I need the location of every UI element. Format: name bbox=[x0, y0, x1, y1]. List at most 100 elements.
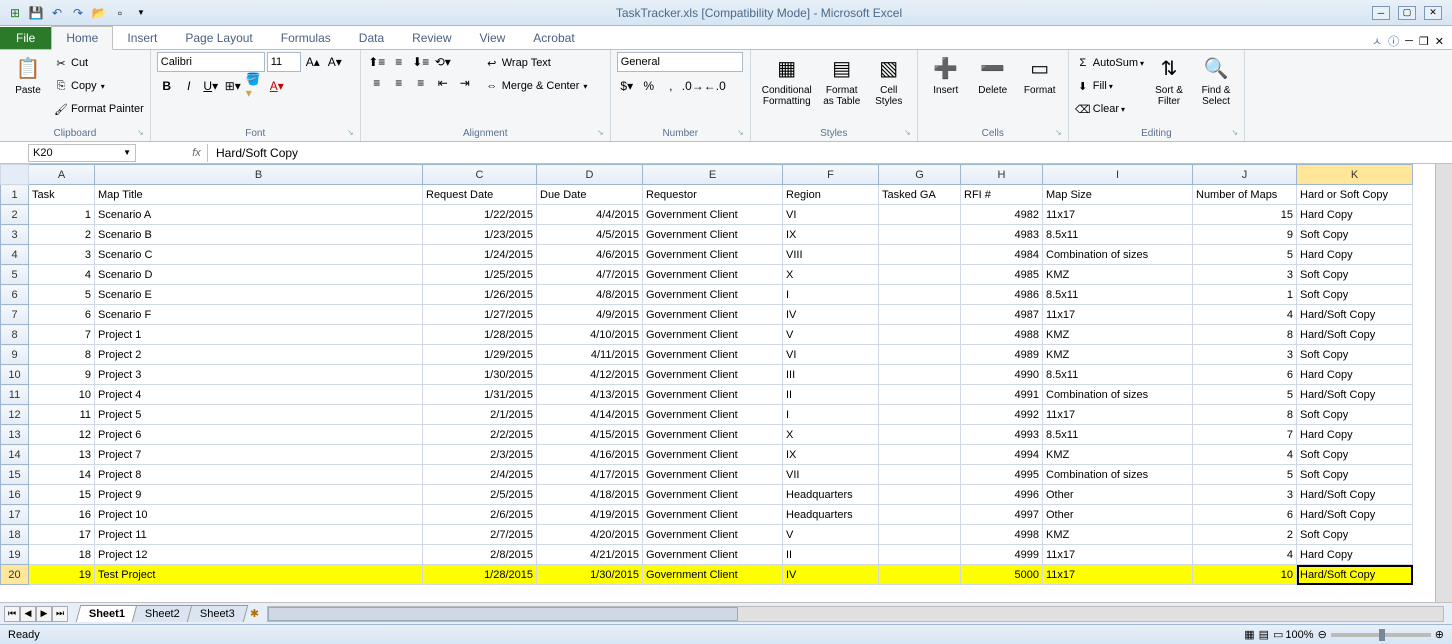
increase-decimal-icon[interactable]: .0→ bbox=[683, 76, 703, 96]
cell-B5[interactable]: Scenario D bbox=[95, 265, 423, 285]
cell-C19[interactable]: 2/8/2015 bbox=[423, 545, 537, 565]
fill-color-button[interactable]: 🪣▾ bbox=[245, 76, 265, 96]
cell-G15[interactable] bbox=[879, 465, 961, 485]
cell-D20[interactable]: 1/30/2015 bbox=[537, 565, 643, 585]
cell-E2[interactable]: Government Client bbox=[643, 205, 783, 225]
cell-F5[interactable]: X bbox=[783, 265, 879, 285]
cell-G18[interactable] bbox=[879, 525, 961, 545]
sheet-nav-first-icon[interactable]: ⏮ bbox=[4, 606, 20, 622]
orientation-icon[interactable]: ⟲▾ bbox=[433, 52, 453, 72]
cell-A16[interactable]: 15 bbox=[29, 485, 95, 505]
cell-C18[interactable]: 2/7/2015 bbox=[423, 525, 537, 545]
cell-J16[interactable]: 3 bbox=[1193, 485, 1297, 505]
workbook-close-icon[interactable]: ✕ bbox=[1435, 35, 1444, 48]
cell-G11[interactable] bbox=[879, 385, 961, 405]
cell-B18[interactable]: Project 11 bbox=[95, 525, 423, 545]
view-page-break-icon[interactable]: ▭ bbox=[1273, 628, 1283, 641]
row-header-19[interactable]: 19 bbox=[1, 545, 29, 565]
cell-I4[interactable]: Combination of sizes bbox=[1043, 245, 1193, 265]
cell-D2[interactable]: 4/4/2015 bbox=[537, 205, 643, 225]
cell-K10[interactable]: Hard Copy bbox=[1297, 365, 1413, 385]
cell-I14[interactable]: KMZ bbox=[1043, 445, 1193, 465]
cell-K18[interactable]: Soft Copy bbox=[1297, 525, 1413, 545]
paste-button[interactable]: 📋 Paste bbox=[6, 52, 50, 99]
header-cell[interactable]: Map Title bbox=[95, 185, 423, 205]
fx-icon[interactable]: fx bbox=[186, 144, 208, 162]
row-header-3[interactable]: 3 bbox=[1, 225, 29, 245]
cell-D9[interactable]: 4/11/2015 bbox=[537, 345, 643, 365]
cell-H12[interactable]: 4992 bbox=[961, 405, 1043, 425]
cell-A19[interactable]: 18 bbox=[29, 545, 95, 565]
cell-C20[interactable]: 1/28/2015 bbox=[423, 565, 537, 585]
row-header-4[interactable]: 4 bbox=[1, 245, 29, 265]
new-icon[interactable]: ▫ bbox=[111, 4, 129, 22]
cell-H4[interactable]: 4984 bbox=[961, 245, 1043, 265]
sheet-nav-next-icon[interactable]: ▶ bbox=[36, 606, 52, 622]
cell-B10[interactable]: Project 3 bbox=[95, 365, 423, 385]
cell-E9[interactable]: Government Client bbox=[643, 345, 783, 365]
cell-F16[interactable]: Headquarters bbox=[783, 485, 879, 505]
cell-B2[interactable]: Scenario A bbox=[95, 205, 423, 225]
cell-F10[interactable]: III bbox=[783, 365, 879, 385]
cell-D8[interactable]: 4/10/2015 bbox=[537, 325, 643, 345]
cell-F18[interactable]: V bbox=[783, 525, 879, 545]
cell-C14[interactable]: 2/3/2015 bbox=[423, 445, 537, 465]
cell-A20[interactable]: 19 bbox=[29, 565, 95, 585]
cell-G12[interactable] bbox=[879, 405, 961, 425]
qat-dropdown-icon[interactable]: ▼ bbox=[132, 4, 150, 22]
cell-J17[interactable]: 6 bbox=[1193, 505, 1297, 525]
col-header-A[interactable]: A bbox=[29, 165, 95, 185]
cell-E4[interactable]: Government Client bbox=[643, 245, 783, 265]
header-cell[interactable]: Number of Maps bbox=[1193, 185, 1297, 205]
cell-F19[interactable]: II bbox=[783, 545, 879, 565]
cell-I2[interactable]: 11x17 bbox=[1043, 205, 1193, 225]
cell-G8[interactable] bbox=[879, 325, 961, 345]
cell-K8[interactable]: Hard/Soft Copy bbox=[1297, 325, 1413, 345]
cell-J12[interactable]: 8 bbox=[1193, 405, 1297, 425]
find-select-button[interactable]: 🔍Find & Select bbox=[1194, 52, 1238, 110]
col-header-G[interactable]: G bbox=[879, 165, 961, 185]
format-button[interactable]: ▭Format bbox=[1018, 52, 1062, 99]
header-cell[interactable]: Map Size bbox=[1043, 185, 1193, 205]
cell-F2[interactable]: VI bbox=[783, 205, 879, 225]
cell-I20[interactable]: 11x17 bbox=[1043, 565, 1193, 585]
cell-B7[interactable]: Scenario F bbox=[95, 305, 423, 325]
cell-J7[interactable]: 4 bbox=[1193, 305, 1297, 325]
col-header-E[interactable]: E bbox=[643, 165, 783, 185]
cell-D19[interactable]: 4/21/2015 bbox=[537, 545, 643, 565]
cell-K3[interactable]: Soft Copy bbox=[1297, 225, 1413, 245]
copy-button[interactable]: ⎘Copy▾ bbox=[53, 75, 144, 97]
row-header-11[interactable]: 11 bbox=[1, 385, 29, 405]
sort-filter-button[interactable]: ⇅Sort & Filter bbox=[1147, 52, 1191, 110]
cell-H17[interactable]: 4997 bbox=[961, 505, 1043, 525]
cell-J6[interactable]: 1 bbox=[1193, 285, 1297, 305]
cell-F13[interactable]: X bbox=[783, 425, 879, 445]
cell-F9[interactable]: VI bbox=[783, 345, 879, 365]
cell-J4[interactable]: 5 bbox=[1193, 245, 1297, 265]
cell-A3[interactable]: 2 bbox=[29, 225, 95, 245]
cell-H9[interactable]: 4989 bbox=[961, 345, 1043, 365]
cell-I7[interactable]: 11x17 bbox=[1043, 305, 1193, 325]
col-header-F[interactable]: F bbox=[783, 165, 879, 185]
increase-font-icon[interactable]: A▴ bbox=[303, 52, 323, 72]
align-bottom-icon[interactable]: ⬇≡ bbox=[411, 52, 431, 72]
cell-H18[interactable]: 4998 bbox=[961, 525, 1043, 545]
row-header-12[interactable]: 12 bbox=[1, 405, 29, 425]
cell-C7[interactable]: 1/27/2015 bbox=[423, 305, 537, 325]
cell-D10[interactable]: 4/12/2015 bbox=[537, 365, 643, 385]
cell-C4[interactable]: 1/24/2015 bbox=[423, 245, 537, 265]
cell-I3[interactable]: 8.5x11 bbox=[1043, 225, 1193, 245]
cell-G14[interactable] bbox=[879, 445, 961, 465]
cell-G9[interactable] bbox=[879, 345, 961, 365]
cell-E15[interactable]: Government Client bbox=[643, 465, 783, 485]
increase-indent-icon[interactable]: ⇥ bbox=[455, 73, 475, 93]
cell-I6[interactable]: 8.5x11 bbox=[1043, 285, 1193, 305]
cell-B3[interactable]: Scenario B bbox=[95, 225, 423, 245]
cell-E5[interactable]: Government Client bbox=[643, 265, 783, 285]
cell-I11[interactable]: Combination of sizes bbox=[1043, 385, 1193, 405]
cell-C17[interactable]: 2/6/2015 bbox=[423, 505, 537, 525]
zoom-slider[interactable] bbox=[1331, 633, 1431, 637]
underline-button[interactable]: U▾ bbox=[201, 76, 221, 96]
cell-C9[interactable]: 1/29/2015 bbox=[423, 345, 537, 365]
header-cell[interactable]: Requestor bbox=[643, 185, 783, 205]
